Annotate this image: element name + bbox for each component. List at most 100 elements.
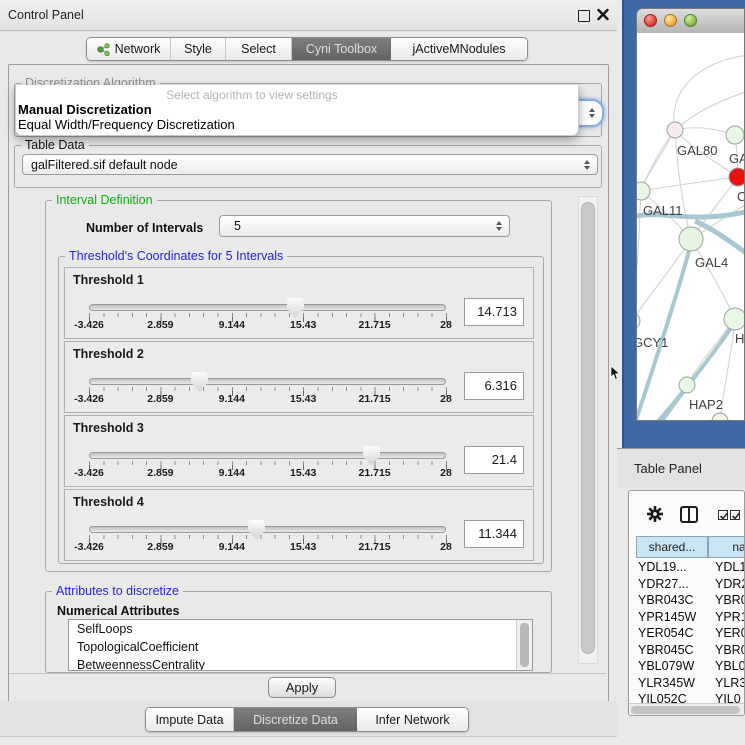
network-node-ga[interactable]	[726, 126, 744, 144]
table-row[interactable]: YER054CYER0	[629, 626, 745, 643]
close-icon[interactable]	[597, 8, 609, 21]
column-header-name[interactable]: na	[708, 536, 745, 558]
tab-label: Discretize Data	[253, 713, 338, 727]
network-edge	[675, 91, 744, 130]
cell-name: YPR1	[715, 610, 745, 624]
threshold-slider-track[interactable]	[89, 378, 446, 385]
tab-select[interactable]: Select	[226, 38, 292, 60]
threshold-value-field[interactable]: 21.4	[464, 446, 524, 474]
tick-label: 21.715	[359, 541, 391, 553]
slider-ticks	[89, 461, 447, 470]
network-node-hap2[interactable]	[679, 377, 695, 393]
network-node-gal4[interactable]	[679, 227, 703, 251]
cell-name: YDR2	[715, 577, 745, 591]
network-icon	[97, 43, 110, 56]
threshold-panel-2: Threshold 2-3.4262.8599.14415.4321.71528…	[64, 341, 534, 413]
table-rows: YDL19...YDL1YDR27...YDR2YBR043CYBR0YPR14…	[629, 560, 745, 703]
tab-discretize-data[interactable]: Discretize Data	[234, 708, 357, 731]
threshold-value-field[interactable]: 6.316	[464, 372, 524, 400]
table-hscrollbar-thumb[interactable]	[631, 706, 740, 714]
tick-label: 21.715	[359, 393, 391, 405]
table-row[interactable]: YPR145W YPR1	[629, 610, 745, 627]
panel-title: Control Panel	[8, 8, 84, 22]
table-row[interactable]: YBR045CYBR0	[629, 643, 745, 660]
tab-label: Cyni Toolbox	[306, 42, 377, 56]
tab-label: Select	[241, 42, 276, 56]
tick-label: 28	[440, 541, 452, 553]
network-canvas[interactable]: GAL80GACGAL11GAL4GCY1HHAP2	[637, 33, 744, 420]
table-data-select[interactable]: galFiltered.sif default node	[22, 154, 598, 175]
tab-style[interactable]: Style	[171, 38, 226, 60]
algorithm-placeholder: Select algorithm to view settings	[16, 88, 488, 102]
table-row[interactable]: YBL079WYBL0	[629, 659, 745, 676]
tab-impute-data[interactable]: Impute Data	[146, 708, 234, 731]
column-layout-icon[interactable]	[680, 506, 698, 523]
number-of-intervals-select[interactable]: 5	[219, 215, 510, 237]
threshold-value-field[interactable]: 14.713	[464, 298, 524, 326]
network-edge	[637, 191, 641, 321]
network-edge	[641, 130, 675, 191]
tick-label: 2.859	[147, 541, 173, 553]
table-row[interactable]: YLR345WYLR3	[629, 676, 745, 693]
cell-shared-name: YBR043C	[638, 593, 694, 607]
network-node-gal11[interactable]	[637, 182, 650, 200]
attribute-item[interactable]: SelfLoops	[69, 620, 532, 638]
tab-jactivemnodules[interactable]: jActiveMNodules	[391, 38, 527, 60]
float-window-icon[interactable]	[578, 10, 590, 22]
threshold-label: Threshold 2	[73, 347, 144, 361]
checkbox-icon[interactable]	[730, 510, 740, 520]
minimize-traffic-light[interactable]	[664, 14, 677, 27]
tick-label: 15.43	[290, 541, 316, 553]
attribute-item[interactable]: BetweennessCentrality	[69, 656, 532, 671]
threshold-panel-1: Threshold 1-3.4262.8599.14415.4321.71528…	[64, 267, 534, 339]
network-window-titlebar[interactable]	[637, 9, 744, 34]
tick-label: 28	[440, 467, 452, 479]
table-row[interactable]: YIL052CYIL0	[629, 692, 745, 703]
group-title: Interval Definition	[52, 193, 157, 207]
cell-shared-name: YIL052C	[638, 692, 687, 703]
tab-cyni-toolbox[interactable]: Cyni Toolbox	[292, 38, 391, 60]
checkbox-icon[interactable]	[718, 510, 728, 520]
node-label: GAL11	[643, 203, 683, 218]
table-row[interactable]: YDL19...YDL1	[629, 560, 745, 577]
menu-item-equal-width-frequency[interactable]: Equal Width/Frequency Discretization	[18, 117, 235, 132]
group-title: Threshold's Coordinates for 5 Intervals	[65, 249, 287, 263]
zoom-traffic-light[interactable]	[684, 14, 697, 27]
tick-label: 2.859	[147, 393, 173, 405]
network-node-gcy1[interactable]	[637, 313, 640, 329]
attribute-item[interactable]: TopologicalCoefficient	[69, 638, 532, 656]
column-header-shared[interactable]: shared...	[636, 536, 708, 558]
cell-shared-name: YBL079W	[638, 659, 694, 673]
cell-name: YLR3	[715, 676, 745, 690]
list-scrollbar-thumb[interactable]	[520, 623, 529, 667]
network-node-h[interactable]	[724, 308, 744, 330]
network-node-c[interactable]	[729, 168, 744, 186]
apply-button[interactable]: Apply	[268, 677, 336, 698]
network-node-gal80[interactable]	[667, 122, 683, 138]
threshold-slider-track[interactable]	[89, 452, 446, 459]
gear-icon[interactable]	[646, 505, 664, 528]
tick-label: 9.144	[219, 467, 245, 479]
node-label: H	[735, 331, 744, 346]
cell-shared-name: YPR145W	[638, 610, 696, 624]
threshold-slider-track[interactable]	[89, 526, 446, 533]
slider-ticks	[89, 387, 447, 396]
panel-scrollbar-thumb[interactable]	[581, 202, 595, 654]
menu-item-manual-discretization[interactable]: Manual Discretization	[18, 102, 152, 117]
threshold-value-field[interactable]: 11.344	[464, 520, 524, 548]
node-label: HAP2	[689, 397, 723, 412]
chevron-updown-icon	[589, 108, 595, 118]
threshold-slider-track[interactable]	[89, 304, 446, 311]
list-scrollbar[interactable]	[516, 620, 532, 670]
attributes-list[interactable]: SelfLoopsTopologicalCoefficientBetweenne…	[68, 619, 533, 671]
tab-network[interactable]: Network	[87, 38, 171, 60]
table-row[interactable]: YBR043CYBR0	[629, 593, 745, 610]
tab-infer-network[interactable]: Infer Network	[357, 708, 468, 731]
network-node[interactable]	[712, 413, 728, 420]
close-traffic-light[interactable]	[644, 14, 657, 27]
table-row[interactable]: YDR27...YDR2	[629, 577, 745, 594]
tick-label: 15.43	[290, 393, 316, 405]
tick-label: 15.43	[290, 467, 316, 479]
table-hscrollbar[interactable]	[629, 703, 744, 716]
node-label: C	[737, 189, 744, 204]
